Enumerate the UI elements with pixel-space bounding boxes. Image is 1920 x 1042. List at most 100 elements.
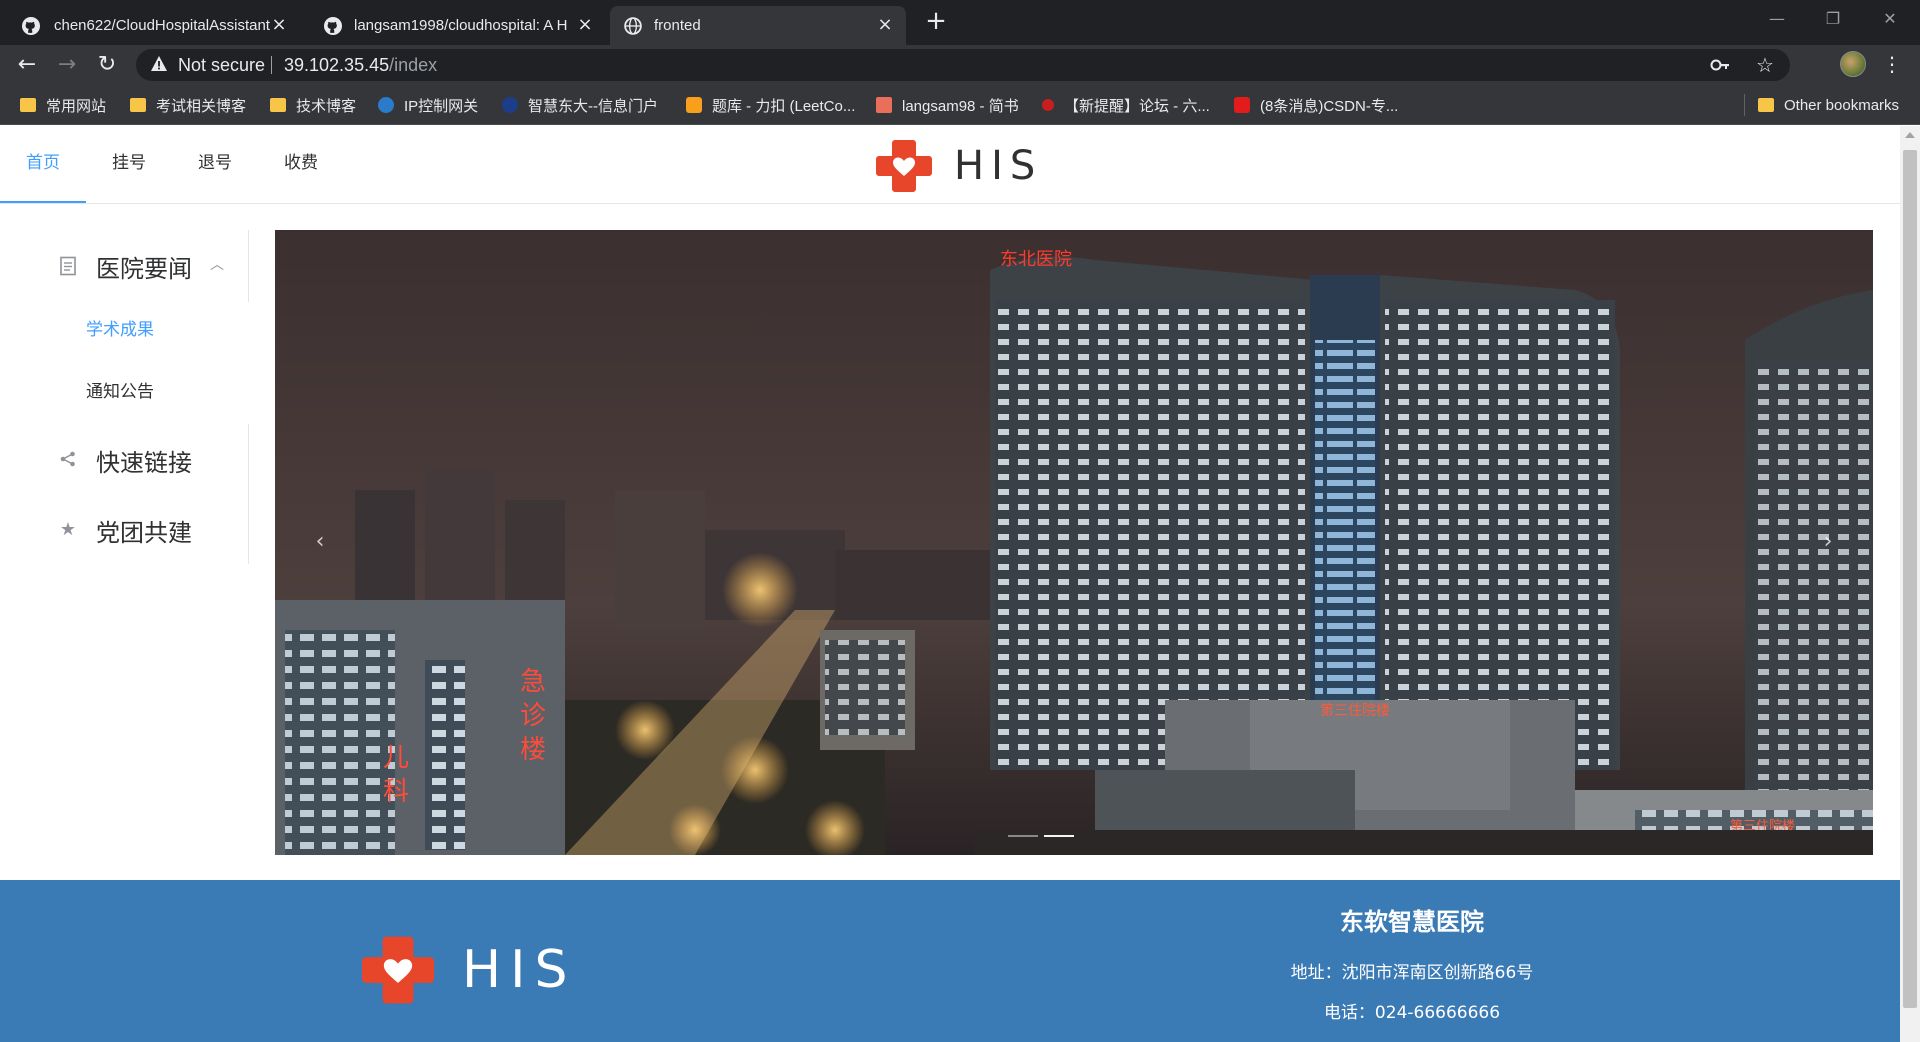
nav-item-charge[interactable]: 收费 — [258, 126, 344, 203]
profile-avatar[interactable] — [1840, 51, 1866, 77]
svg-text:第三住院楼: 第三住院楼 — [1320, 702, 1390, 719]
hospital-building-night-photo: 急 诊 楼 儿 科 东北医院 第三住院楼 第三住院楼 — [275, 230, 1873, 855]
sidemenu-divider — [248, 424, 249, 564]
nav-item-withdraw[interactable]: 退号 — [172, 126, 258, 203]
bookmark-label: 考试相关博客 — [156, 97, 247, 115]
url-path: /index — [389, 55, 438, 75]
browser-tab-3[interactable]: fronted × — [610, 6, 906, 45]
page-scrollbar[interactable] — [1900, 126, 1920, 1042]
warning-icon[interactable] — [150, 55, 168, 73]
brand-logo[interactable]: HIS — [876, 138, 1042, 194]
folder-icon — [1758, 98, 1774, 112]
key-icon[interactable] — [1710, 56, 1730, 74]
menu-kebab-icon[interactable]: ⋮ — [1882, 51, 1902, 77]
browser-toolbar: ← → ↻ Not secure 39.102.35.45/index ☆ — [0, 45, 1920, 85]
bookmark-label: (8条消息)CSDN-专... — [1260, 97, 1399, 115]
carousel-prev-button[interactable]: ‹ — [303, 525, 337, 559]
folder-icon — [130, 98, 146, 112]
bookmark-item[interactable]: 智慧东大--信息门户 — [502, 85, 658, 125]
sidemenu-divider — [248, 230, 249, 302]
svg-text:科: 科 — [383, 777, 409, 807]
bookmark-label: 【新提醒】论坛 - 六... — [1064, 97, 1210, 115]
other-bookmarks[interactable]: Other bookmarks — [1758, 85, 1899, 125]
bookmark-item[interactable]: 【新提醒】论坛 - 六... — [1042, 85, 1210, 125]
scrollbar-thumb[interactable] — [1903, 150, 1917, 1008]
forward-icon[interactable]: → — [54, 52, 80, 78]
github-icon — [22, 17, 40, 35]
sidemenu-group-label: 党团共建 — [96, 518, 192, 547]
university-portal-icon — [502, 97, 518, 113]
tab-strip: chen622/CloudHospitalAssistant × langsam… — [0, 0, 1920, 45]
folder-icon — [20, 98, 36, 112]
bookmark-item[interactable]: 技术博客 — [270, 85, 356, 125]
url-text[interactable]: 39.102.35.45/index — [284, 49, 437, 81]
bookmark-label: IP控制网关 — [404, 97, 479, 115]
nav-item-register[interactable]: 挂号 — [86, 126, 172, 203]
security-label[interactable]: Not secure — [178, 49, 265, 81]
restore-icon[interactable]: ❐ — [1805, 4, 1861, 34]
chevron-up-icon[interactable]: ︿ — [210, 254, 224, 274]
address-bar[interactable]: Not secure 39.102.35.45/index ☆ — [136, 49, 1790, 81]
top-navigation: 首页 挂号 退号 收费 HIS — [0, 126, 1900, 204]
medical-cross-icon — [876, 140, 932, 192]
bookmark-item[interactable]: 常用网站 — [20, 85, 106, 125]
sidemenu-item-academic[interactable]: 学术成果 — [86, 302, 154, 358]
brand-text: HIS — [954, 143, 1043, 189]
browser-tab-2[interactable]: langsam1998/cloudhospital: A H × — [306, 6, 606, 45]
url-host: 39.102.35.45 — [284, 55, 390, 75]
address-divider — [271, 56, 272, 74]
close-icon[interactable]: × — [270, 16, 288, 34]
bookmark-item[interactable]: IP控制网关 — [378, 85, 478, 125]
bookmark-label: Other bookmarks — [1784, 96, 1900, 114]
new-tab-button[interactable]: + — [922, 7, 950, 35]
bookmarks-bar: 常用网站 考试相关博客 技术博客 IP控制网关 智慧东大--信息门户 题库 - … — [0, 85, 1920, 125]
footer-brand-text: HIS — [462, 940, 577, 1000]
bookmark-item[interactable]: 考试相关博客 — [130, 85, 246, 125]
csdn-icon — [1234, 97, 1250, 113]
scroll-up-icon[interactable] — [1905, 132, 1915, 138]
bookmark-item[interactable]: langsam98 - 简书 — [876, 85, 1019, 125]
hospital-phone: 电话：024-66666666 — [1323, 1003, 1501, 1023]
svg-text:急: 急 — [520, 667, 546, 697]
bookmark-label: 题库 - 力扣 (LeetCo... — [712, 97, 856, 115]
nav-item-home[interactable]: 首页 — [0, 126, 86, 203]
sidemenu-group-party[interactable]: ★ 党团共建 — [58, 502, 192, 558]
page-viewport: 首页 挂号 退号 收费 HIS 医院要闻 ︿ 学术成果 通知公告 快速链接 ★ … — [0, 126, 1900, 1042]
bookmark-item[interactable]: 题库 - 力扣 (LeetCo... — [686, 85, 855, 125]
page-footer: HIS 东软智慧医院 地址：沈阳市浑南区创新路66号 电话：024-666666… — [0, 880, 1900, 1042]
carousel-indicator-2[interactable] — [1044, 835, 1074, 837]
carousel-indicator-1[interactable] — [1008, 835, 1038, 837]
sidemenu-group-label: 快速链接 — [96, 448, 192, 477]
svg-text:诊: 诊 — [520, 701, 546, 731]
star-icon: ★ — [59, 519, 77, 540]
hospital-address: 地址：沈阳市浑南区创新路66号 — [1290, 963, 1534, 983]
carousel-next-button[interactable]: › — [1811, 525, 1845, 559]
share-icon — [58, 450, 78, 470]
bookmark-label: 常用网站 — [46, 97, 107, 115]
tab-title: fronted — [654, 17, 701, 34]
close-icon[interactable]: × — [876, 16, 894, 34]
bookmark-star-icon[interactable]: ☆ — [1754, 54, 1776, 76]
github-icon — [324, 17, 342, 35]
browser-tab-1[interactable]: chen622/CloudHospitalAssistant × — [0, 6, 300, 45]
bookmark-item[interactable]: (8条消息)CSDN-专... — [1234, 85, 1398, 125]
medical-cross-icon — [362, 936, 434, 1004]
folder-icon — [270, 98, 286, 112]
sidemenu-item-notices[interactable]: 通知公告 — [86, 364, 154, 420]
tab-title: chen622/CloudHospitalAssistant — [54, 17, 270, 34]
forum-icon — [1042, 99, 1054, 111]
reload-icon[interactable]: ↻ — [94, 52, 120, 78]
bookmark-separator — [1744, 94, 1745, 116]
minimize-icon[interactable]: — — [1749, 4, 1805, 34]
globe-icon — [624, 17, 642, 35]
close-icon[interactable]: × — [576, 16, 594, 34]
sidemenu-group-links[interactable]: 快速链接 — [58, 432, 192, 488]
window-close-icon[interactable]: ✕ — [1862, 4, 1918, 34]
footer-brand: HIS — [362, 932, 576, 1008]
back-icon[interactable]: ← — [14, 52, 40, 78]
sidemenu-group-news[interactable]: 医院要闻 — [58, 238, 192, 294]
hero-carousel[interactable]: 急 诊 楼 儿 科 东北医院 第三住院楼 第三住院楼 ‹ › — [275, 230, 1873, 855]
document-icon — [58, 256, 78, 276]
hospital-name: 东软智慧医院 — [1340, 907, 1484, 936]
tab-title: langsam1998/cloudhospital: A H — [354, 17, 568, 34]
